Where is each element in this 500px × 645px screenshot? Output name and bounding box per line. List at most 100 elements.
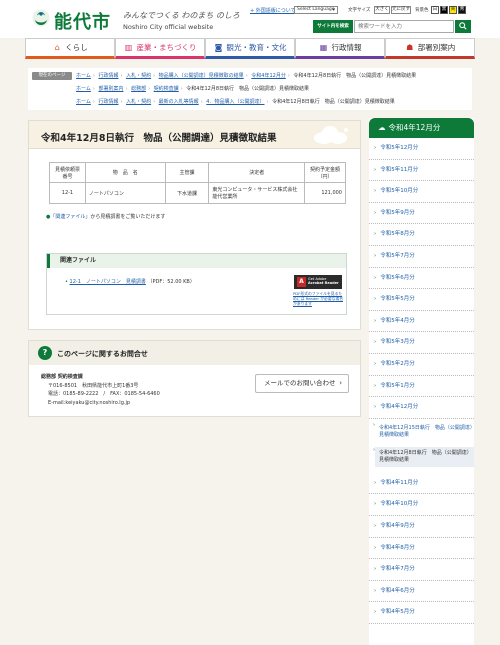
- sidebar-item-label: 令和5年1月分: [380, 382, 415, 389]
- catch-copy-en: Noshiro City official website: [123, 23, 214, 31]
- nav-label: 観光・教育・文化: [226, 43, 287, 52]
- chevron-right-icon: ›: [374, 253, 377, 259]
- breadcrumb-current: 令和4年12月8日執行 物品（公開調達）見積徴取結果: [293, 73, 417, 79]
- breadcrumb-link[interactable]: ホーム: [76, 73, 91, 79]
- sidebar-item[interactable]: › 令和4年5月分: [369, 602, 474, 624]
- bg-yellow-button[interactable]: 黄: [449, 6, 457, 14]
- contact-title: このページに関するお問合せ: [57, 350, 148, 358]
- sidebar-item[interactable]: › 令和5年10月分: [369, 181, 474, 203]
- breadcrumb-line-3: ホーム › 行政情報 › 入札・契約 › 最新の入札等情報 › 4．物品購入（公開調達）…: [76, 99, 395, 105]
- sidebar-item[interactable]: › 令和4年9月分: [369, 516, 474, 538]
- sidebar-item[interactable]: › 令和4年8月分: [369, 538, 474, 560]
- breadcrumb-link[interactable]: ホーム: [76, 86, 91, 92]
- sidebar-item-label: 令和5年12月分: [380, 145, 419, 151]
- sidebar-item[interactable]: › 令和5年7月分: [369, 246, 474, 268]
- breadcrumb-link[interactable]: 最新の入札等情報: [159, 99, 199, 105]
- breadcrumb-link[interactable]: 令和4年12月分: [251, 73, 286, 79]
- sidebar-item[interactable]: › 令和4年12月分: [369, 397, 474, 419]
- sidebar-item[interactable]: › 令和4年7月分: [369, 559, 474, 581]
- sidebar-item[interactable]: › 令和5年5月分: [369, 289, 474, 311]
- chevron-right-icon: ›: [374, 339, 377, 346]
- related-files-title: 関連ファイル: [47, 254, 346, 268]
- foreign-language-link[interactable]: + 外国語版について: [250, 7, 296, 14]
- breadcrumb-link[interactable]: 部署別案内: [98, 86, 123, 92]
- font-size-larger-button[interactable]: 大きく: [374, 6, 390, 14]
- breadcrumb-link[interactable]: 行政情報: [98, 73, 118, 79]
- contact-dept: 総務部 契約検査課: [41, 374, 83, 380]
- table-cell: 121,000: [304, 182, 346, 204]
- sidebar-item-label: 令和5年10月分: [380, 188, 419, 195]
- contact-email: E-mail:keiyaku@city.noshiro.lg.jp: [48, 399, 131, 406]
- related-file-link[interactable]: 12-1 ノートパソコン 見積調書: [70, 279, 146, 285]
- search-icon: [459, 22, 467, 30]
- sidebar-item[interactable]: › 令和4年6月分: [369, 581, 474, 603]
- chevron-right-icon: ›: [374, 501, 377, 508]
- contact-tel: 電話：0185-89-2222 / FAX：0185-54-6460: [48, 391, 160, 397]
- sidebar-item-label: 令和4年9月分: [380, 523, 415, 529]
- breadcrumb-link[interactable]: 入札・契約: [126, 99, 151, 105]
- sidebar-sub-item[interactable]: › 令和4年12月15日執行 物品（公開調達）見積徴取結果: [373, 422, 474, 442]
- sidebar-item[interactable]: › 令和5年12月分: [369, 138, 474, 160]
- sidebar-item-label: 令和5年3月分: [380, 339, 415, 346]
- sidebar-item[interactable]: › 令和5年1月分: [369, 376, 474, 398]
- bg-black-button[interactable]: 黒: [440, 6, 448, 14]
- sidebar-item[interactable]: › 令和5年3月分: [369, 332, 474, 354]
- nav-sangyo[interactable]: ▥ 産業・まちづくり: [115, 38, 205, 59]
- breadcrumb-link[interactable]: 総務部: [131, 86, 146, 92]
- site-logo-text[interactable]: 能代市: [54, 8, 111, 34]
- search-input[interactable]: [354, 20, 454, 33]
- search-button[interactable]: [455, 20, 471, 33]
- language-select[interactable]: Select Language: [294, 6, 338, 14]
- column-header: 決定者: [208, 162, 306, 183]
- page-title: 令和4年12月8日執行 物品（公開調達）見積徴取結果: [41, 133, 277, 144]
- sidebar-item[interactable]: › 令和4年11月分: [369, 473, 474, 495]
- column-header: 見積依頼票番号: [49, 162, 86, 183]
- chevron-right-icon: ›: [374, 382, 377, 389]
- breadcrumb-link[interactable]: 物品購入（公開調達）見積徴取の結果: [159, 73, 244, 79]
- sidebar: ☁ 令和4年12月分 › 令和5年12月分 › 令和5年11月分 › 令和5年10月分 › 令和…: [369, 118, 474, 645]
- sidebar-item[interactable]: › 令和5年8月分: [369, 224, 474, 246]
- camera-icon: ◙: [214, 43, 223, 52]
- sidebar-item-label: 令和4年7月分: [380, 566, 415, 573]
- sidebar-item[interactable]: › 令和5年9月分: [369, 203, 474, 225]
- nav-kanko[interactable]: ◙ 観光・教育・文化: [205, 38, 295, 59]
- breadcrumb-link[interactable]: 行政情報: [98, 99, 118, 105]
- mail-inquiry-button[interactable]: メールでのお問い合わせ ›: [255, 374, 349, 393]
- related-file-note: ●「関連ファイル」から見積調書をご覧いただけます: [46, 213, 165, 220]
- bg-white-button[interactable]: 白: [431, 6, 439, 14]
- nav-kurashi[interactable]: ⌂ くらし: [25, 38, 115, 59]
- adobe-badge-line2: Acrobat Reader: [308, 281, 339, 285]
- search-label: サイト内を検索: [313, 20, 353, 33]
- bg-blue-button[interactable]: 青: [458, 6, 466, 14]
- chevron-right-icon: ›: [374, 544, 377, 551]
- sidebar-item[interactable]: › 令和5年6月分: [369, 268, 474, 290]
- related-file-anchor-link[interactable]: 「関連ファイル」: [50, 214, 90, 220]
- column-header: 主管課: [164, 162, 210, 183]
- sidebar-item[interactable]: › 令和5年4月分: [369, 311, 474, 333]
- chevron-right-icon: ›: [374, 566, 377, 573]
- note-text: から見積調書をご覧いただけます: [90, 214, 166, 220]
- contact-box: ? このページに関するお問合せ 総務部 契約検査課 〒016-8501 秋田県能…: [28, 340, 361, 417]
- chevron-right-icon: ›: [374, 587, 377, 594]
- sidebar-item-label: 令和4年8月分: [380, 544, 415, 551]
- nav-gyosei[interactable]: ▦ 行政情報: [295, 38, 385, 59]
- adobe-reader-link[interactable]: PDF形式のファイルを見るためには Reader が必要な場合があります: [293, 291, 345, 306]
- font-size-reset-button[interactable]: 元に戻す: [391, 6, 411, 14]
- sidebar-item-label: 令和5年8月分: [380, 231, 415, 238]
- sidebar-item[interactable]: › 令和5年2月分: [369, 354, 474, 376]
- adobe-reader-badge[interactable]: A Get Adobe Acrobat Reader: [294, 275, 342, 289]
- breadcrumb-link[interactable]: ホーム: [76, 99, 91, 105]
- sidebar-item-label: 令和4年11月分: [380, 479, 419, 486]
- breadcrumb-link[interactable]: 契約検査課: [154, 86, 179, 92]
- breadcrumb-link[interactable]: 4．物品購入（公開調達）: [206, 99, 264, 105]
- city-emblem-icon[interactable]: [32, 9, 50, 27]
- breadcrumb: 現在のページ ホーム › 行政情報 › 入札・契約 › 物品購入（公開調達）見積徴取の…: [28, 68, 472, 110]
- adobe-pdf-icon: A: [297, 277, 306, 287]
- column-header: 契約予定金額（円）: [304, 162, 346, 183]
- sidebar-item[interactable]: › 令和5年11月分: [369, 160, 474, 182]
- breadcrumb-link[interactable]: 入札・契約: [126, 73, 151, 79]
- grid-icon: ▦: [319, 43, 328, 52]
- nav-busho[interactable]: ☗ 部署別案内: [385, 38, 475, 59]
- sidebar-item[interactable]: › 令和4年10月分: [369, 494, 474, 516]
- sidebar-sub-item-current[interactable]: › 令和4年12月8日執行 物品（公開調達）見積徴取結果: [373, 446, 474, 467]
